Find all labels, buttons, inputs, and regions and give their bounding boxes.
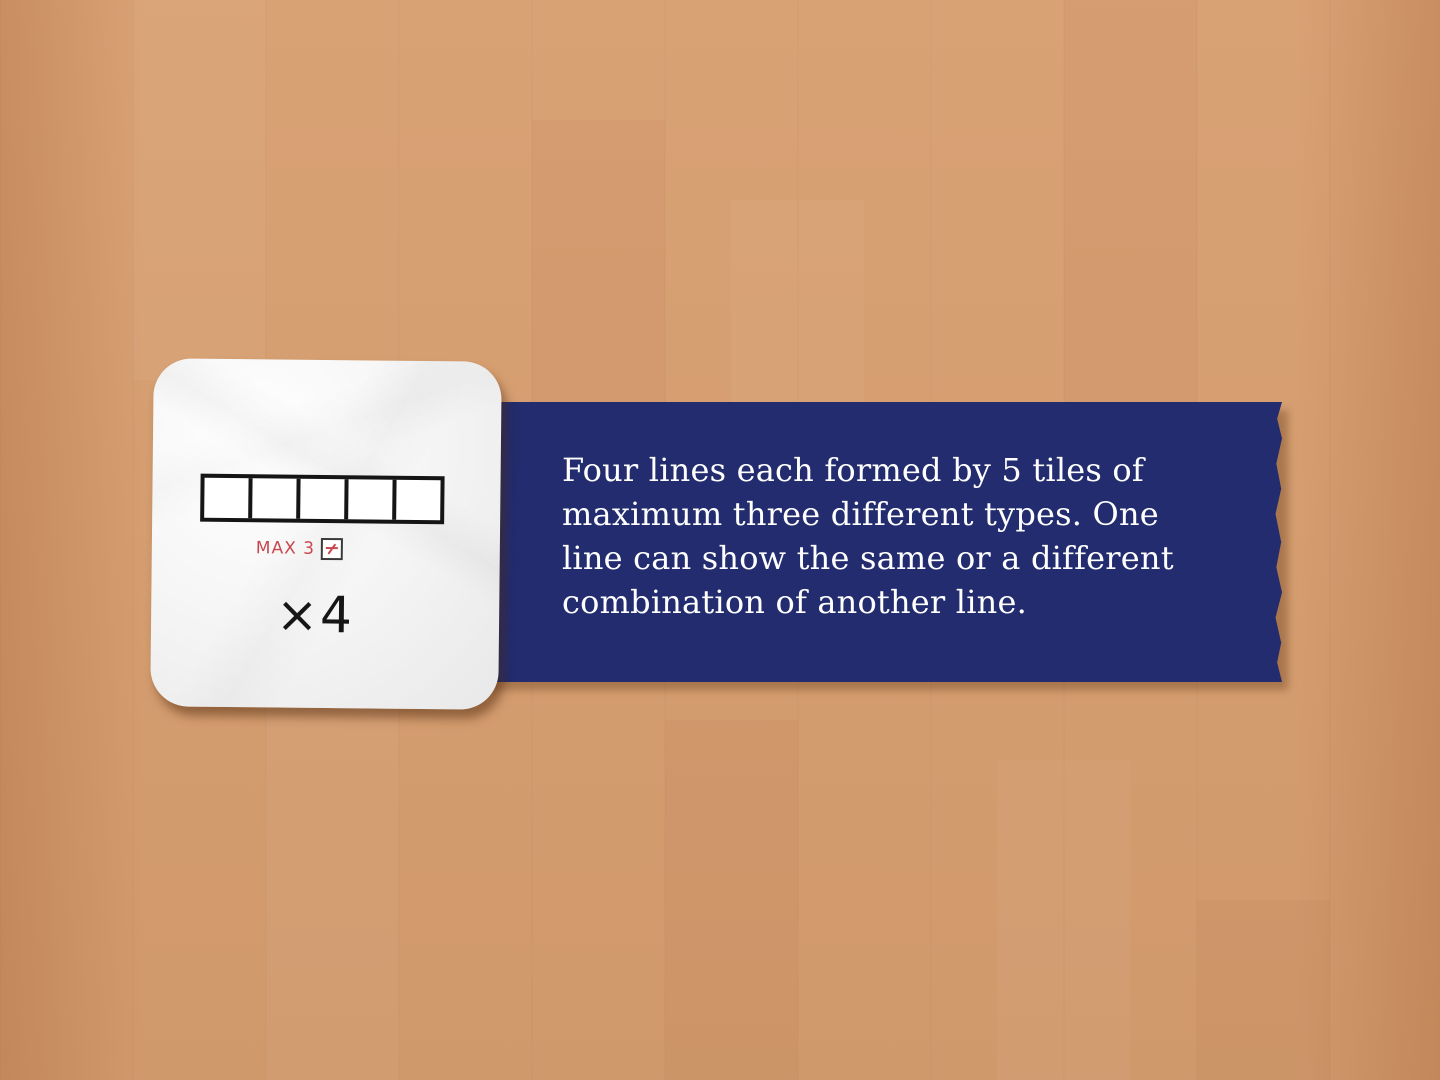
max-types-label: MAX 3 (255, 537, 344, 561)
wood-plank (1064, 0, 1197, 420)
different-types-icon (320, 537, 344, 561)
tile-slot (348, 479, 397, 520)
max-types-text: MAX 3 (255, 538, 316, 559)
wood-plank (1197, 900, 1330, 1080)
card-multiplier: ×4 (275, 585, 355, 645)
objective-card[interactable]: MAX 3 ×4 (150, 358, 502, 710)
description-banner: Four lines each formed by 5 tiles of max… (470, 402, 1282, 682)
tile-slot (396, 480, 440, 520)
tile-slot (204, 477, 253, 519)
wood-plank (133, 0, 266, 380)
wood-plank (665, 720, 798, 1080)
wood-plank (997, 760, 1130, 1080)
tile-slot (300, 478, 349, 520)
tile-slot (252, 478, 301, 519)
description-text: Four lines each formed by 5 tiles of max… (562, 451, 1174, 621)
wood-plank (266, 700, 399, 1080)
card-texture (150, 358, 502, 710)
five-tile-row-icon (200, 473, 445, 525)
